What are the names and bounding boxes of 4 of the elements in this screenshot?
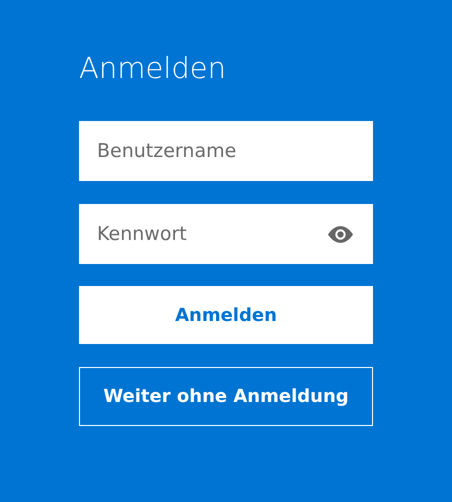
login-button[interactable]: Anmelden: [79, 286, 373, 344]
page-title: Anmelden: [79, 50, 226, 86]
eye-icon[interactable]: [328, 226, 353, 242]
continue-without-login-button[interactable]: Weiter ohne Anmeldung: [79, 367, 373, 426]
